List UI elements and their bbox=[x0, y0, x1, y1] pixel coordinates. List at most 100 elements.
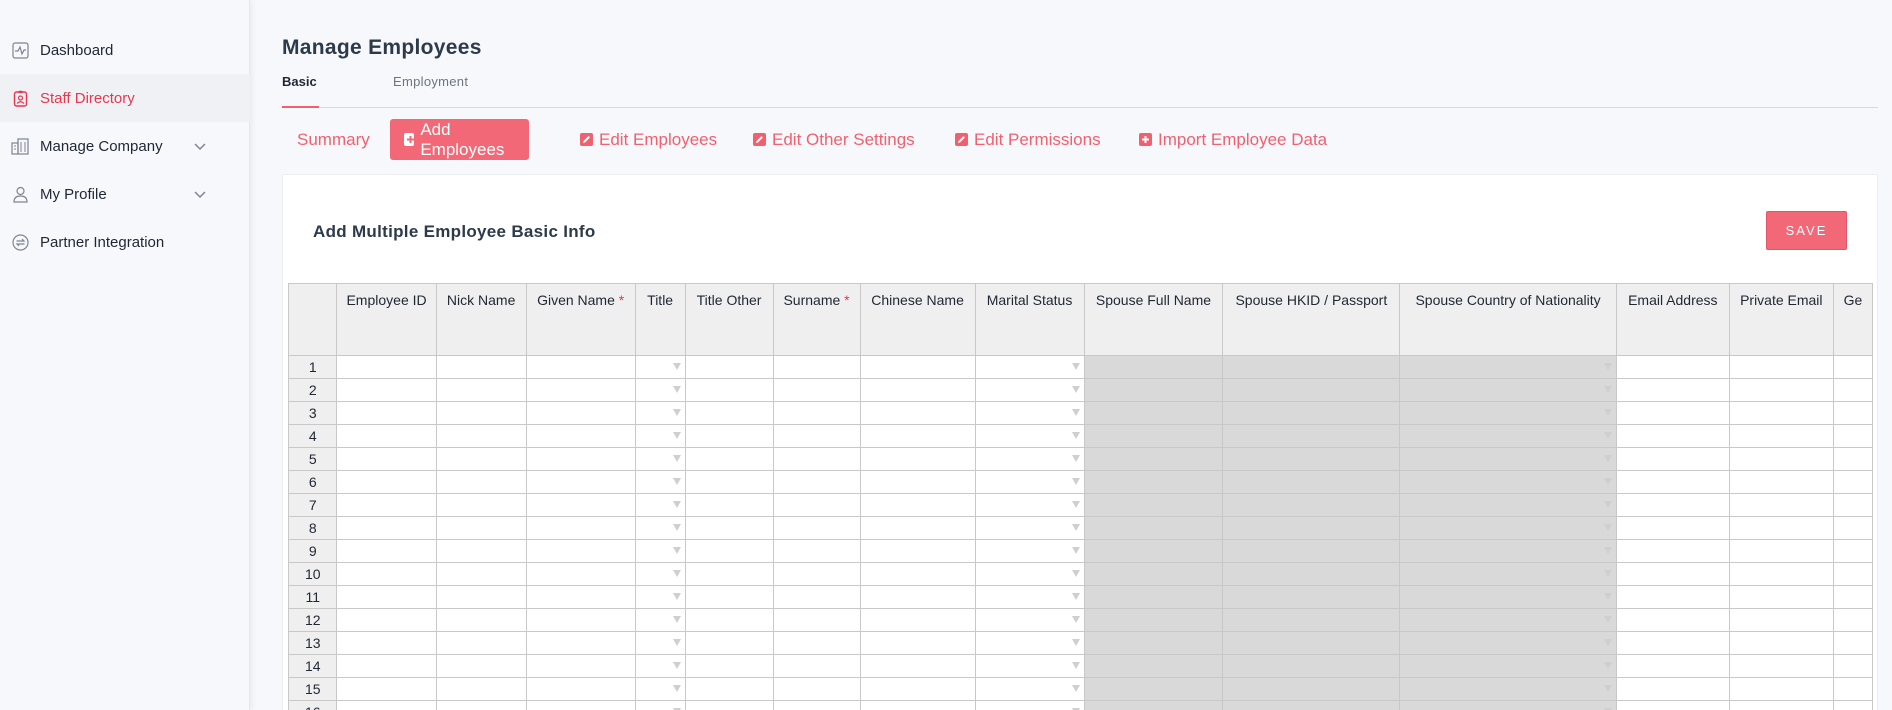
grid-cell[interactable] bbox=[1222, 677, 1401, 701]
grid-cell[interactable] bbox=[435, 631, 527, 655]
grid-cell[interactable] bbox=[1222, 654, 1401, 678]
grid-cell[interactable] bbox=[1832, 562, 1873, 586]
grid-cell[interactable] bbox=[772, 654, 861, 678]
grid-cell[interactable] bbox=[1615, 562, 1730, 586]
grid-cell[interactable] bbox=[772, 378, 861, 402]
grid-cell[interactable] bbox=[1399, 401, 1617, 425]
grid-cell[interactable] bbox=[1083, 585, 1224, 609]
grid-cell[interactable] bbox=[974, 700, 1085, 710]
chevron-down-icon[interactable] bbox=[192, 138, 208, 154]
grid-cell[interactable] bbox=[1728, 470, 1834, 494]
grid-cell[interactable] bbox=[634, 608, 686, 632]
grid-cell[interactable] bbox=[634, 355, 686, 379]
dropdown-arrow-icon[interactable] bbox=[672, 570, 681, 577]
grid-cell[interactable] bbox=[1728, 493, 1834, 517]
grid-cell[interactable] bbox=[1832, 677, 1873, 701]
grid-cell[interactable] bbox=[974, 355, 1085, 379]
grid-cell[interactable] bbox=[634, 401, 686, 425]
grid-cell[interactable] bbox=[1615, 355, 1730, 379]
grid-cell[interactable] bbox=[336, 355, 437, 379]
grid-cell[interactable] bbox=[1399, 608, 1617, 632]
grid-cell[interactable] bbox=[435, 539, 527, 563]
grid-cell[interactable] bbox=[634, 493, 686, 517]
grid-cell[interactable] bbox=[336, 493, 437, 517]
grid-cell[interactable] bbox=[1832, 424, 1873, 448]
grid-cell[interactable] bbox=[1615, 424, 1730, 448]
column-header[interactable]: Spouse HKID / Passport bbox=[1222, 283, 1401, 356]
grid-cell[interactable] bbox=[974, 539, 1085, 563]
grid-cell[interactable] bbox=[772, 516, 861, 540]
grid-cell[interactable] bbox=[1615, 516, 1730, 540]
grid-cell[interactable] bbox=[1615, 470, 1730, 494]
grid-cell[interactable] bbox=[435, 470, 527, 494]
grid-cell[interactable] bbox=[859, 516, 976, 540]
dropdown-arrow-icon[interactable] bbox=[1603, 685, 1612, 692]
grid-cell[interactable] bbox=[859, 608, 976, 632]
grid-cell[interactable] bbox=[1615, 539, 1730, 563]
grid-cell[interactable] bbox=[435, 516, 527, 540]
grid-cell[interactable] bbox=[1832, 631, 1873, 655]
tab-basic[interactable]: Basic bbox=[282, 74, 317, 89]
grid-cell[interactable] bbox=[859, 677, 976, 701]
grid-cell[interactable] bbox=[1728, 401, 1834, 425]
grid-cell[interactable] bbox=[1083, 493, 1224, 517]
dropdown-arrow-icon[interactable] bbox=[672, 386, 681, 393]
grid-cell[interactable] bbox=[684, 424, 774, 448]
grid-cell[interactable] bbox=[1728, 631, 1834, 655]
grid-cell[interactable] bbox=[1728, 700, 1834, 710]
grid-cell[interactable] bbox=[525, 424, 636, 448]
grid-cell[interactable] bbox=[336, 516, 437, 540]
grid-cell[interactable] bbox=[336, 562, 437, 586]
grid-cell[interactable] bbox=[772, 493, 861, 517]
grid-cell[interactable] bbox=[1222, 378, 1401, 402]
grid-cell[interactable] bbox=[1399, 355, 1617, 379]
grid-cell[interactable] bbox=[859, 585, 976, 609]
column-header[interactable]: Spouse Country of Nationality bbox=[1399, 283, 1617, 356]
grid-cell[interactable] bbox=[859, 447, 976, 471]
dropdown-arrow-icon[interactable] bbox=[1603, 570, 1612, 577]
grid-cell[interactable] bbox=[525, 700, 636, 710]
grid-cell[interactable] bbox=[1083, 608, 1224, 632]
dropdown-arrow-icon[interactable] bbox=[1071, 478, 1080, 485]
dropdown-arrow-icon[interactable] bbox=[1603, 432, 1612, 439]
grid-cell[interactable] bbox=[336, 631, 437, 655]
grid-cell[interactable] bbox=[974, 562, 1085, 586]
grid-cell[interactable] bbox=[634, 539, 686, 563]
grid-cell[interactable] bbox=[1832, 654, 1873, 678]
grid-cell[interactable] bbox=[1083, 355, 1224, 379]
column-header[interactable]: Surname * bbox=[772, 283, 861, 356]
grid-cell[interactable] bbox=[435, 378, 527, 402]
grid-cell[interactable] bbox=[1832, 447, 1873, 471]
grid-cell[interactable] bbox=[1083, 470, 1224, 494]
grid-cell[interactable] bbox=[435, 562, 527, 586]
grid-cell[interactable] bbox=[1399, 447, 1617, 471]
grid-cell[interactable] bbox=[974, 631, 1085, 655]
grid-cell[interactable] bbox=[1615, 608, 1730, 632]
dropdown-arrow-icon[interactable] bbox=[1071, 685, 1080, 692]
grid-cell[interactable] bbox=[974, 424, 1085, 448]
grid-cell[interactable] bbox=[336, 424, 437, 448]
grid-cell[interactable] bbox=[525, 516, 636, 540]
grid-cell[interactable] bbox=[772, 677, 861, 701]
dropdown-arrow-icon[interactable] bbox=[1603, 363, 1612, 370]
subnav-edit-employees[interactable]: Edit Employees bbox=[580, 119, 717, 160]
grid-cell[interactable] bbox=[1832, 608, 1873, 632]
grid-cell[interactable] bbox=[1615, 677, 1730, 701]
grid-cell[interactable] bbox=[336, 654, 437, 678]
grid-cell[interactable] bbox=[525, 631, 636, 655]
grid-cell[interactable] bbox=[684, 677, 774, 701]
grid-cell[interactable] bbox=[1728, 539, 1834, 563]
grid-cell[interactable] bbox=[1399, 562, 1617, 586]
grid-cell[interactable] bbox=[772, 355, 861, 379]
grid-cell[interactable] bbox=[1615, 631, 1730, 655]
grid-cell[interactable] bbox=[1222, 470, 1401, 494]
grid-cell[interactable] bbox=[1399, 700, 1617, 710]
grid-cell[interactable] bbox=[634, 631, 686, 655]
dropdown-arrow-icon[interactable] bbox=[672, 593, 681, 600]
dropdown-arrow-icon[interactable] bbox=[1071, 524, 1080, 531]
grid-cell[interactable] bbox=[634, 378, 686, 402]
grid-cell[interactable] bbox=[336, 378, 437, 402]
grid-cell[interactable] bbox=[1083, 424, 1224, 448]
grid-cell[interactable] bbox=[1083, 539, 1224, 563]
sidebar-item-staff-directory[interactable]: Staff Directory bbox=[0, 74, 250, 122]
